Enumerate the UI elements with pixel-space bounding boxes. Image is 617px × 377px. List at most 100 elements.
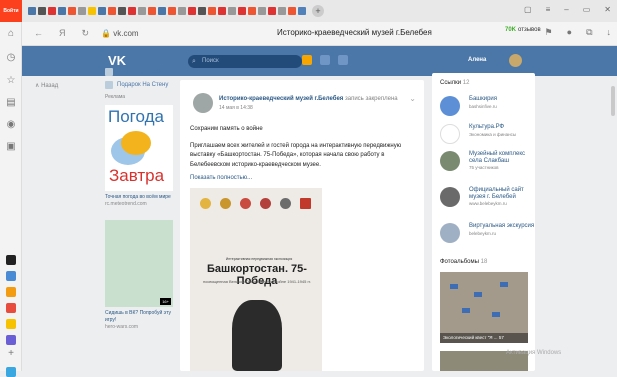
- tab-icon[interactable]: [178, 7, 186, 15]
- left-menu-item[interactable]: Только Для Тебя: [105, 68, 173, 76]
- tab-icon[interactable]: [208, 7, 216, 15]
- link-thumbnail: [440, 124, 460, 144]
- left-menu-label: Подарок На Стену: [117, 82, 169, 88]
- album-count: 57: [498, 335, 504, 340]
- wall-post: Историко-краеведческий музей г.Белебея з…: [180, 80, 424, 371]
- app-icon[interactable]: [6, 271, 16, 281]
- tab-icon[interactable]: [108, 7, 116, 15]
- app-icon[interactable]: [6, 335, 16, 345]
- link-item[interactable]: Башкирия bashsinfive.ru: [440, 96, 535, 118]
- tab-icon[interactable]: [238, 7, 246, 15]
- yandex-logo[interactable]: Войти: [0, 0, 22, 22]
- tab-icon[interactable]: [188, 7, 196, 15]
- left-menu-item[interactable]: Подарок На Стену: [105, 81, 173, 89]
- download-icon[interactable]: ↓: [607, 27, 612, 38]
- tab-icon[interactable]: [138, 7, 146, 15]
- history-icon[interactable]: ◷: [5, 52, 17, 64]
- protect-icon[interactable]: ●: [567, 27, 572, 38]
- tab-icon[interactable]: [228, 7, 236, 15]
- app-icon[interactable]: [6, 287, 16, 297]
- tab-icon[interactable]: [168, 7, 176, 15]
- scrollbar[interactable]: [611, 86, 615, 116]
- maximize-icon[interactable]: ▭: [583, 5, 591, 14]
- tab-icon[interactable]: [118, 7, 126, 15]
- tab-icon[interactable]: [298, 7, 306, 15]
- ad-title[interactable]: Сидишь в ВК? Попробуй эту игру!: [105, 310, 173, 324]
- search-input[interactable]: ⌕ Поиск: [188, 55, 302, 68]
- share-icon[interactable]: ⧉: [586, 27, 592, 38]
- back-link[interactable]: ∧ Назад: [35, 82, 58, 89]
- link-item[interactable]: Официальный сайт музея г. Белебей www.bel…: [440, 187, 535, 217]
- album-thumbnail[interactable]: Экологический квест "Я ... 57: [440, 272, 528, 343]
- back-arrow-icon[interactable]: ←: [34, 28, 43, 39]
- avatar[interactable]: [509, 54, 522, 67]
- tab-icon[interactable]: [48, 7, 56, 15]
- review-count: 70K: [505, 27, 517, 33]
- url-field[interactable]: 🔒 vk.com: [101, 29, 139, 38]
- emblem-icon: [280, 198, 291, 209]
- link-item[interactable]: Музейный комплекс села Слакбаш 75 участни…: [440, 151, 535, 181]
- community-avatar[interactable]: [193, 93, 213, 113]
- tab-icon[interactable]: [38, 7, 46, 15]
- notifications-icon[interactable]: [302, 55, 312, 65]
- music-icon[interactable]: [320, 55, 330, 65]
- tab-icon[interactable]: [98, 7, 106, 15]
- emblem-icon: [300, 198, 311, 209]
- app-icon[interactable]: [6, 367, 16, 377]
- tabs-icon[interactable]: ▢: [524, 5, 532, 14]
- tab-icon[interactable]: [148, 7, 156, 15]
- tab-icon[interactable]: [78, 7, 86, 15]
- vk-logo[interactable]: VK: [108, 53, 126, 68]
- collections-icon[interactable]: ◉: [5, 119, 17, 131]
- tab-icon[interactable]: [58, 7, 66, 15]
- extension-icon[interactable]: ▣: [5, 141, 17, 153]
- minimize-icon[interactable]: –: [564, 5, 568, 14]
- tab-icon[interactable]: [278, 7, 286, 15]
- links-header[interactable]: Ссылки 12: [440, 80, 469, 86]
- tab-icon[interactable]: [288, 7, 296, 15]
- yandex-icon[interactable]: Я: [59, 28, 66, 39]
- link-item[interactable]: Культура.РФ Экономика и финансы: [440, 124, 535, 146]
- tab-icon[interactable]: [198, 7, 206, 15]
- tab-icon[interactable]: [268, 7, 276, 15]
- home-icon[interactable]: ⌂: [5, 28, 17, 40]
- tab-icon[interactable]: [158, 7, 166, 15]
- emblem-icon: [240, 198, 251, 209]
- browser-tab-bar: Войти + ▢ ≡ – ▭ ✕: [0, 0, 617, 22]
- app-icon[interactable]: [6, 303, 16, 313]
- tab-icon[interactable]: [258, 7, 266, 15]
- play-icon[interactable]: [338, 55, 348, 65]
- tab-icon[interactable]: [248, 7, 256, 15]
- new-tab-button[interactable]: +: [312, 5, 324, 17]
- game-ad-image[interactable]: 16+: [105, 220, 173, 307]
- refresh-icon[interactable]: ↻: [82, 28, 90, 39]
- menu-icon[interactable]: ≡: [546, 5, 551, 14]
- tab-icon[interactable]: [28, 7, 36, 15]
- reviews-badge[interactable]: 70K отзывов: [505, 27, 541, 33]
- notes-icon[interactable]: ▤: [5, 97, 17, 109]
- post-author[interactable]: Историко-краеведческий музей г.Белебея з…: [219, 96, 398, 102]
- add-icon[interactable]: +: [5, 348, 17, 360]
- post-menu-chevron-icon[interactable]: ⌄: [409, 94, 416, 103]
- tab-icon[interactable]: [128, 7, 136, 15]
- ad-title[interactable]: Точная погода во всём мире: [105, 194, 173, 201]
- albums-header[interactable]: Фотоальбомы 18: [440, 259, 487, 265]
- user-name[interactable]: Алена: [468, 57, 486, 63]
- weather-ad-image[interactable]: Погода Завтра: [105, 105, 173, 191]
- app-icon[interactable]: [6, 255, 16, 265]
- link-item[interactable]: Виртуальная экскурсия belebeykm.ru: [440, 223, 535, 245]
- app-icon[interactable]: [6, 319, 16, 329]
- post-date[interactable]: 14 мая в 14:38: [219, 105, 253, 111]
- tab-icon[interactable]: [218, 7, 226, 15]
- address-bar: ← Я ↻ 🔒 vk.com Историко-краеведческий му…: [22, 22, 617, 46]
- lock-icon: 🔒: [101, 29, 114, 38]
- show-more-link[interactable]: Показать полностью...: [190, 175, 252, 181]
- emblem-icon: [220, 198, 231, 209]
- post-image[interactable]: Интерактивная передвижная экспозиция Баш…: [190, 188, 322, 371]
- link-thumbnail: [440, 151, 460, 171]
- tab-icon[interactable]: [68, 7, 76, 15]
- bookmark-flag-icon[interactable]: ⚑: [545, 27, 553, 38]
- close-icon[interactable]: ✕: [604, 5, 611, 14]
- tab-icon[interactable]: [88, 7, 96, 15]
- bookmark-icon[interactable]: ☆: [5, 75, 17, 87]
